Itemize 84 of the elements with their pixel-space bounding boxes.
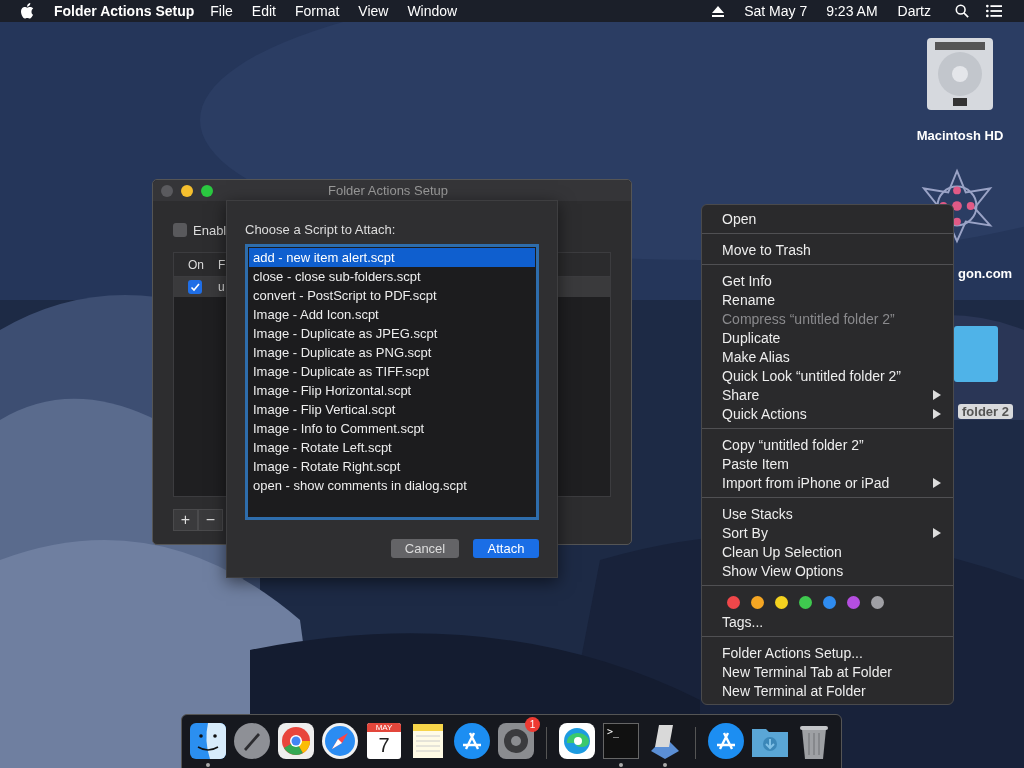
tag-dot[interactable]	[871, 596, 884, 609]
app-menu[interactable]: Folder Actions Setup	[54, 3, 195, 19]
script-list[interactable]	[245, 244, 539, 520]
menu-item[interactable]: Show View Options	[702, 561, 953, 580]
face-icon[interactable]	[188, 721, 228, 761]
eject-icon[interactable]	[712, 5, 725, 17]
checkbox-label: Enabl	[193, 222, 227, 238]
dialog-prompt: Choose a Script to Attach:	[245, 222, 397, 237]
cancel-button[interactable]: Cancel	[391, 539, 459, 558]
menu-item[interactable]: File	[210, 3, 233, 19]
menu-item[interactable]: Rename	[702, 290, 953, 309]
tag-dot[interactable]	[727, 596, 740, 609]
menu-item[interactable]: New Terminal Tab at Folder	[702, 662, 953, 681]
list-item[interactable]: convert - PostScript to PDF.scpt	[249, 286, 535, 305]
list-item[interactable]: add - new item alert.scpt	[249, 248, 535, 267]
menu-item[interactable]: View	[358, 3, 389, 19]
compass-icon[interactable]	[320, 721, 360, 761]
menu-item[interactable]: Format	[294, 3, 340, 19]
menu-item[interactable]: Quick Actions	[702, 404, 953, 423]
menu-item[interactable]: Copy “untitled folder 2”	[702, 435, 953, 454]
list-item[interactable]: close - close sub-folders.scpt	[249, 267, 535, 286]
tag-dot[interactable]	[823, 596, 836, 609]
list-item[interactable]: Image - Flip Vertical.scpt	[249, 400, 535, 419]
icon-label[interactable]: gon.com	[958, 266, 1013, 281]
submenu-arrow-icon	[933, 408, 941, 419]
menu-item[interactable]: Paste Item	[702, 454, 953, 473]
zoom-button[interactable]	[201, 184, 213, 197]
list-item[interactable]: Image - Rotate Left.scpt	[249, 438, 535, 457]
menu-item[interactable]: Window	[407, 3, 458, 19]
list-item[interactable]: Image - Info to Comment.scpt	[249, 419, 535, 438]
apple-icon[interactable]	[20, 3, 34, 19]
column-header[interactable]: On	[174, 257, 218, 272]
menu-item[interactable]: Make Alias	[702, 347, 953, 366]
icon-label[interactable]: folder 2	[958, 404, 1013, 419]
menu-item[interactable]: Clean Up Selection	[702, 542, 953, 561]
column-header[interactable]: F	[218, 257, 226, 272]
list-item[interactable]: Image - Duplicate as PNG.scpt	[249, 343, 535, 362]
user-name[interactable]: Dartz	[897, 3, 931, 19]
edge-icon[interactable]	[557, 721, 597, 761]
list-item[interactable]: open - show comments in dialog.scpt	[249, 476, 535, 495]
menu-item[interactable]: Move to Trash	[702, 240, 953, 259]
checkbox[interactable]	[173, 223, 187, 237]
list-item[interactable]: Image - Rotate Right.scpt	[249, 457, 535, 476]
submenu-arrow-icon	[933, 477, 941, 488]
menu-item[interactable]: Edit	[251, 3, 276, 19]
menu-item[interactable]: Duplicate	[702, 328, 953, 347]
tag-dot[interactable]	[799, 596, 812, 609]
menu-item[interactable]: Import from iPhone or iPad	[702, 473, 953, 492]
icon-label[interactable]: Macintosh HD	[916, 128, 1004, 143]
menu-item[interactable]: Folder Actions Setup...	[702, 643, 953, 662]
search-icon[interactable]	[954, 4, 970, 18]
list-icon[interactable]	[986, 4, 1002, 18]
app-store-icon[interactable]	[706, 721, 746, 761]
menu-item[interactable]: Share	[702, 385, 953, 404]
submenu-arrow-icon	[933, 389, 941, 400]
attach-button[interactable]: Attach	[473, 539, 539, 558]
minimize-button[interactable]	[181, 184, 193, 197]
list-item[interactable]: Image - Flip Horizontal.scpt	[249, 381, 535, 400]
tag-dot[interactable]	[751, 596, 764, 609]
table-cell: u	[218, 280, 225, 294]
menu-item[interactable]: Sort By	[702, 523, 953, 542]
date-text[interactable]: Sat May 7	[744, 3, 808, 19]
chrome-icon[interactable]	[276, 721, 316, 761]
menu-item[interactable]: Quick Look “untitled folder 2”	[702, 366, 953, 385]
add-button[interactable]: +	[173, 509, 198, 531]
remove-button[interactable]: −	[198, 509, 223, 531]
submenu-arrow-icon	[933, 527, 941, 538]
tag-dot[interactable]	[847, 596, 860, 609]
clock-text[interactable]: 9:23 AM	[826, 3, 878, 19]
menu-item[interactable]: New Terminal at Folder	[702, 681, 953, 700]
menu-item[interactable]: Tags...	[702, 612, 953, 631]
list-item[interactable]: Image - Duplicate as TIFF.scpt	[249, 362, 535, 381]
list-item[interactable]: Image - Add Icon.scpt	[249, 305, 535, 324]
checkbox[interactable]	[188, 280, 202, 294]
terminal-icon[interactable]: >_	[603, 723, 639, 759]
menu-item[interactable]: Get Info	[702, 271, 953, 290]
list-item[interactable]: Image - Duplicate as JPEG.scpt	[249, 324, 535, 343]
app-store-icon[interactable]	[452, 721, 492, 761]
tag-dot[interactable]	[775, 596, 788, 609]
window-title: Folder Actions Setup	[328, 183, 448, 198]
calendar-icon[interactable]: MAY 7	[367, 723, 401, 759]
menu-item[interactable]: Open	[702, 209, 953, 228]
menu-item[interactable]: Use Stacks	[702, 504, 953, 523]
notification-badge: 1	[525, 717, 540, 732]
